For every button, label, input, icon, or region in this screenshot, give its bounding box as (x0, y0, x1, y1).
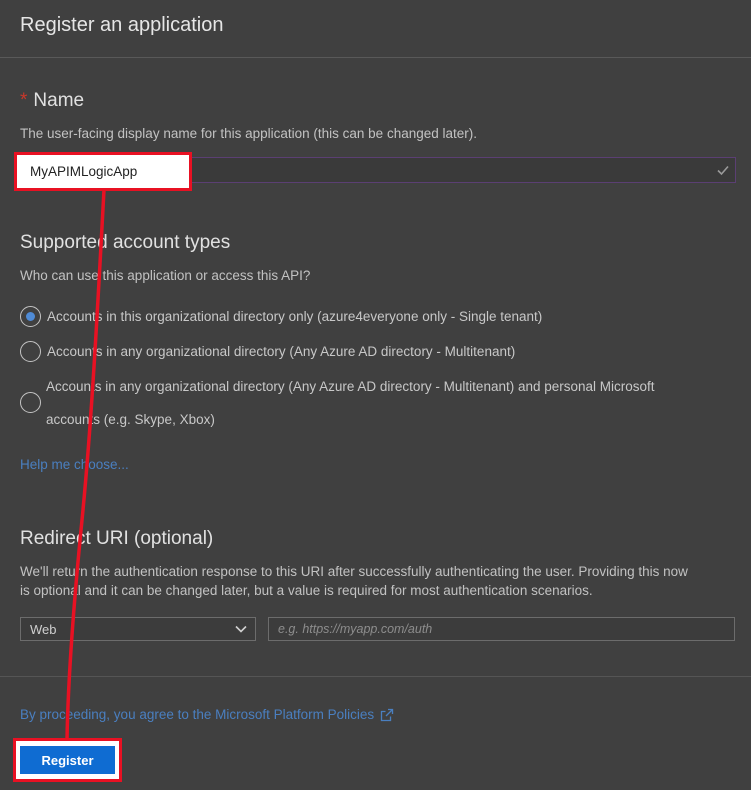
account-types-question: Who can use this application or access t… (20, 268, 311, 283)
name-section-title: * Name (20, 90, 85, 111)
account-option-multitenant[interactable]: Accounts in any organizational directory… (20, 341, 515, 362)
page-header: Register an application (0, 0, 751, 58)
register-button-highlight: Register (13, 738, 122, 782)
chevron-down-icon (235, 625, 247, 633)
platform-policies-link[interactable]: By proceeding, you agree to the Microsof… (20, 707, 394, 722)
name-input-value: MyAPIMLogicApp (30, 164, 138, 179)
account-option-label-multiline: Accounts in any organizational directory… (46, 379, 655, 427)
radio-checked-icon[interactable] (20, 306, 41, 327)
redirect-uri-description: We'll return the authentication response… (20, 564, 688, 598)
redirect-uri-input[interactable] (268, 617, 735, 641)
account-option-multitenant-personal[interactable] (20, 392, 41, 413)
name-description: The user-facing display name for this ap… (20, 126, 477, 141)
account-option-single-tenant[interactable]: Accounts in this organizational director… (20, 306, 542, 327)
footer-divider (0, 676, 751, 677)
external-link-icon (381, 708, 394, 721)
register-button[interactable]: Register (20, 746, 115, 774)
name-input-highlight[interactable]: MyAPIMLogicApp (14, 152, 192, 191)
platform-select[interactable]: Web (20, 617, 256, 641)
radio-unchecked-icon[interactable] (20, 341, 41, 362)
account-option-label: Accounts in this organizational director… (47, 309, 543, 324)
platform-select-value: Web (30, 622, 57, 637)
valid-check-icon (717, 165, 729, 176)
redirect-uri-field[interactable] (269, 618, 734, 640)
page-title: Register an application (20, 14, 224, 36)
required-mark: * (20, 90, 28, 111)
account-types-title: Supported account types (20, 232, 231, 253)
help-me-choose-link[interactable]: Help me choose... (20, 457, 129, 472)
radio-unchecked-icon[interactable] (20, 392, 41, 413)
account-option-label: Accounts in any organizational directory… (47, 344, 516, 359)
redirect-uri-title: Redirect URI (optional) (20, 528, 214, 549)
